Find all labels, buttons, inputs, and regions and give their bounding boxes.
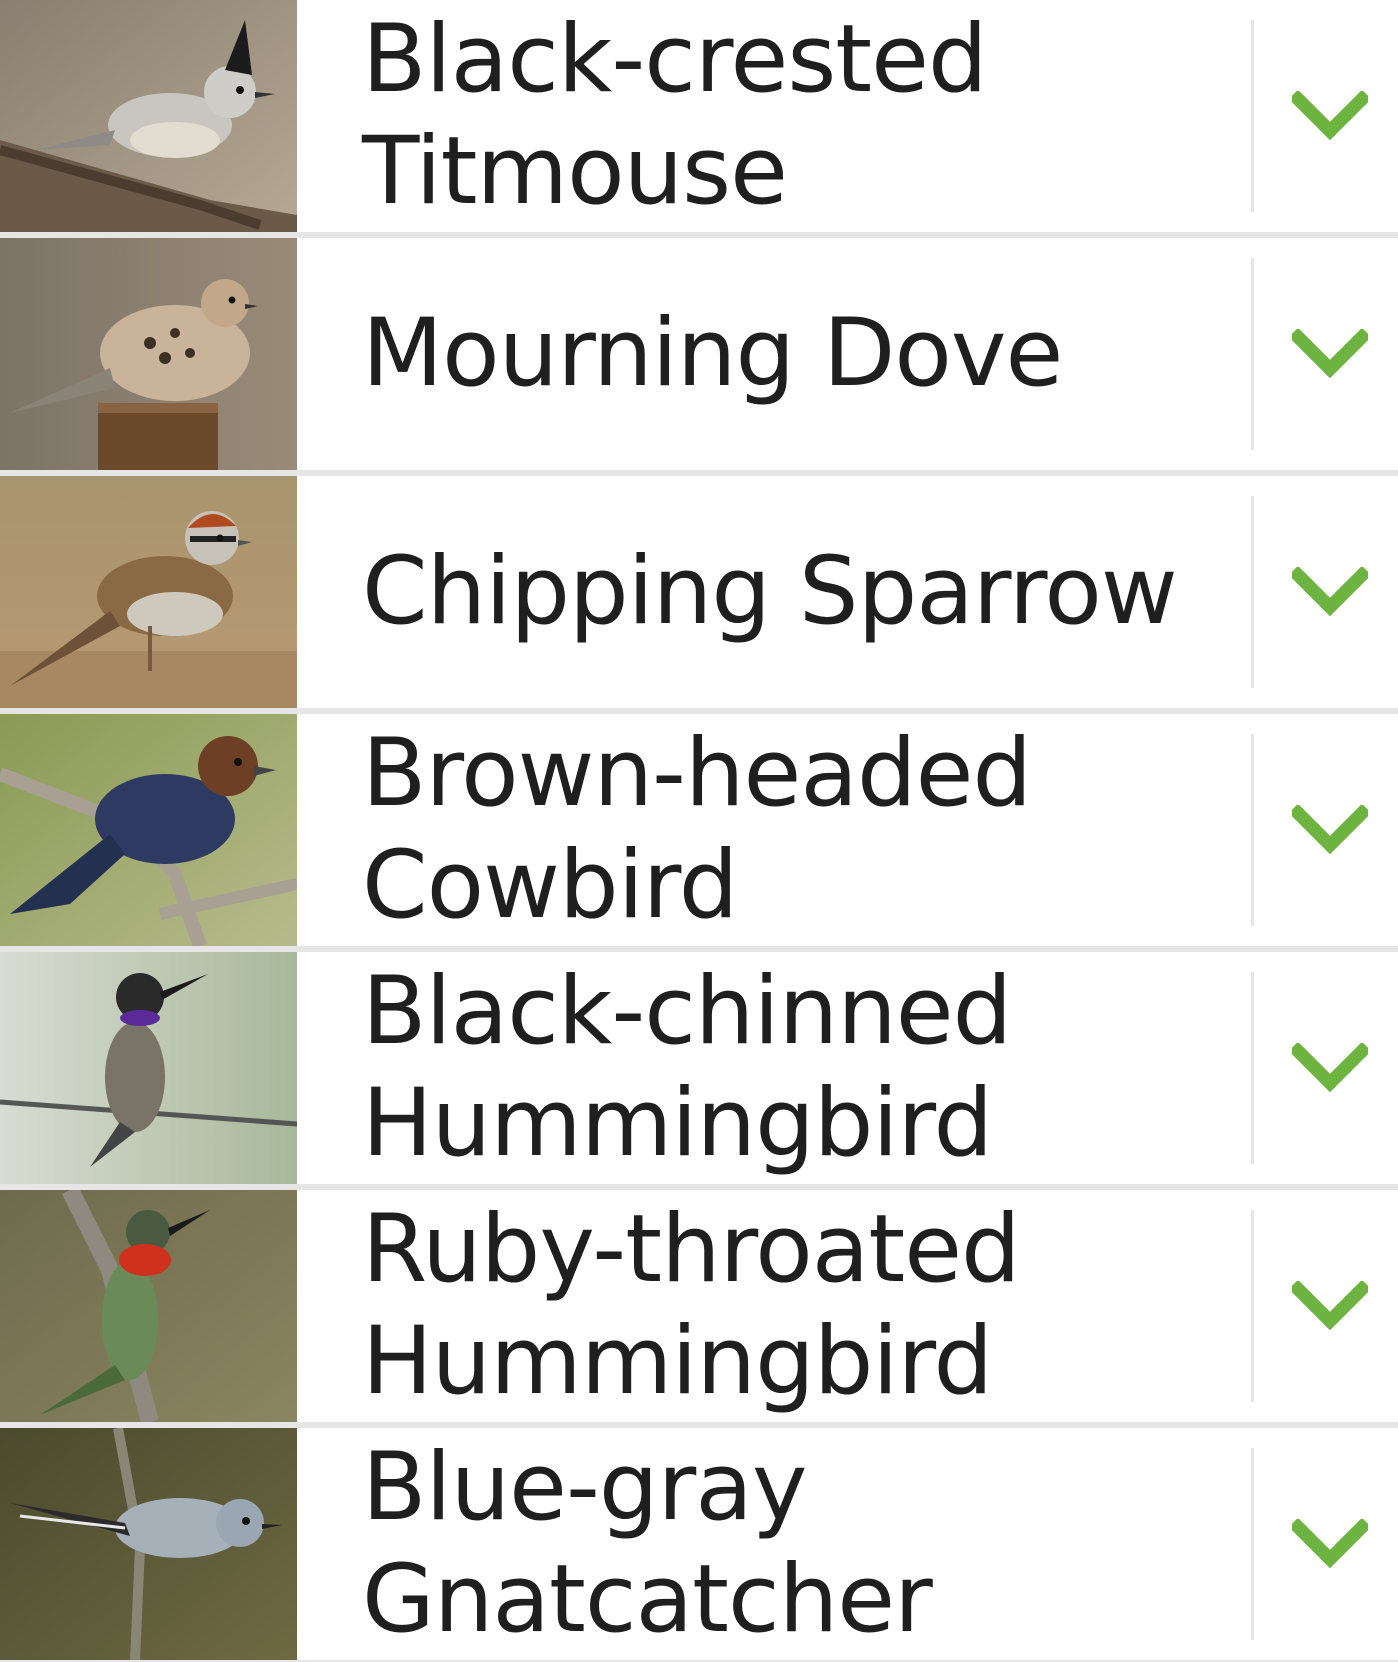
chevron-down-icon[interactable] (1290, 80, 1370, 152)
bird-list: Black-crested Titmouse Mourning Dove Chi… (0, 0, 1398, 1660)
bird-name: Mourning Dove (362, 299, 1063, 408)
bird-name: Chipping Sparrow (362, 537, 1178, 646)
divider (1251, 734, 1254, 926)
mourning-dove-photo (0, 238, 297, 470)
black-chinned-hummingbird-photo (0, 952, 297, 1184)
chevron-down-icon[interactable] (1290, 794, 1370, 866)
divider (1251, 1210, 1254, 1402)
chevron-down-icon[interactable] (1290, 1270, 1370, 1342)
bird-list-item[interactable]: Blue-gray Gnatcatcher (0, 1428, 1398, 1660)
bird-name: Brown-headed Cowbird (362, 719, 1032, 940)
divider (1251, 972, 1254, 1164)
chevron-down-icon[interactable] (1290, 1508, 1370, 1580)
brown-headed-cowbird-photo (0, 714, 297, 946)
chevron-down-icon[interactable] (1290, 556, 1370, 628)
bird-name: Black-crested Titmouse (362, 5, 988, 226)
bird-name: Ruby-throated Hummingbird (362, 1195, 1021, 1416)
divider (1251, 496, 1254, 688)
bird-list-item[interactable]: Black-chinned Hummingbird (0, 952, 1398, 1184)
ruby-throated-hummingbird-photo (0, 1190, 297, 1422)
divider (1251, 20, 1254, 212)
bird-name: Blue-gray Gnatcatcher (362, 1433, 933, 1654)
bird-list-item[interactable]: Brown-headed Cowbird (0, 714, 1398, 946)
bird-list-item[interactable]: Chipping Sparrow (0, 476, 1398, 708)
divider (1251, 258, 1254, 450)
black-crested-titmouse-photo (0, 0, 297, 232)
bird-list-item[interactable]: Mourning Dove (0, 238, 1398, 470)
blue-gray-gnatcatcher-photo (0, 1428, 297, 1660)
bird-name: Black-chinned Hummingbird (362, 957, 1012, 1178)
bird-list-item[interactable]: Black-crested Titmouse (0, 0, 1398, 232)
chevron-down-icon[interactable] (1290, 1032, 1370, 1104)
divider (1251, 1448, 1254, 1640)
chipping-sparrow-photo (0, 476, 297, 708)
chevron-down-icon[interactable] (1290, 318, 1370, 390)
bird-list-item[interactable]: Ruby-throated Hummingbird (0, 1190, 1398, 1422)
